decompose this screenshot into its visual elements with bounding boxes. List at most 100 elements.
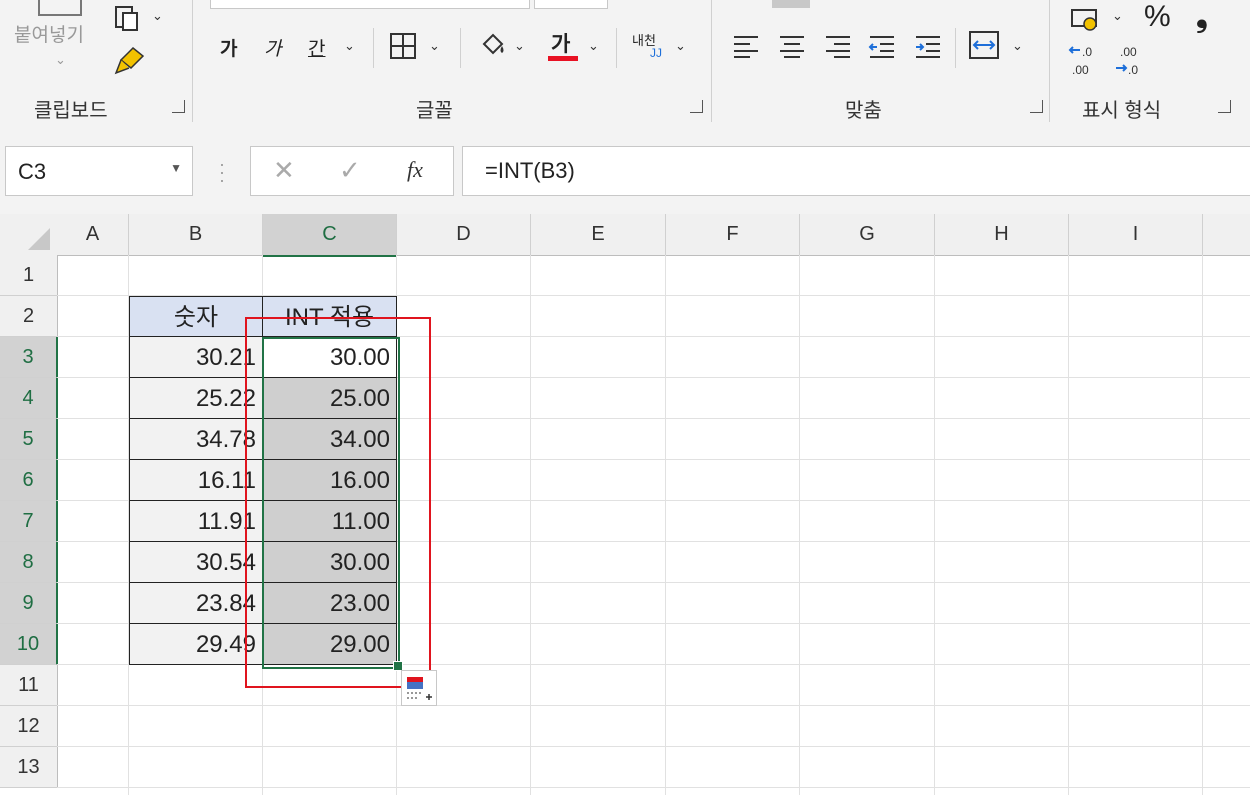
font-size-box[interactable] bbox=[534, 0, 608, 9]
increase-decimal-icon[interactable]: .0.00 bbox=[1068, 44, 1102, 83]
separator bbox=[616, 28, 617, 68]
formula-input[interactable]: =INT(B3) bbox=[462, 146, 1250, 196]
insert-function-label: fx bbox=[407, 157, 423, 182]
increase-indent-icon[interactable] bbox=[914, 34, 942, 63]
row-header-3[interactable]: 3 bbox=[0, 337, 58, 378]
italic-button[interactable]: 가 bbox=[264, 34, 281, 61]
column-header-b[interactable]: B bbox=[129, 214, 263, 256]
insert-function-icon[interactable]: fx bbox=[407, 157, 423, 183]
accounting-format-icon[interactable] bbox=[1070, 6, 1104, 37]
header-cell-b[interactable]: 숫자 bbox=[129, 296, 263, 337]
column-header-e[interactable]: E bbox=[531, 214, 666, 256]
percent-style-button[interactable]: % bbox=[1144, 0, 1171, 34]
number-dialog-launcher-icon[interactable] bbox=[1218, 100, 1231, 113]
font-dialog-launcher-icon[interactable] bbox=[690, 100, 703, 113]
fill-color-icon[interactable] bbox=[478, 30, 508, 65]
format-painter-icon[interactable] bbox=[113, 44, 147, 81]
column-header-g[interactable]: G bbox=[800, 214, 935, 256]
row-header-10[interactable]: 10 bbox=[0, 624, 58, 665]
font-color-dropdown-icon[interactable]: ⌄ bbox=[588, 38, 599, 54]
data-cell-b[interactable]: 30.21 bbox=[129, 337, 263, 378]
row-header-4[interactable]: 4 bbox=[0, 378, 58, 419]
column-header-a[interactable]: A bbox=[57, 214, 129, 256]
borders-dropdown-icon[interactable]: ⌄ bbox=[429, 38, 440, 54]
enter-icon[interactable]: ✓ bbox=[339, 155, 361, 186]
alignment-dialog-launcher-icon[interactable] bbox=[1030, 100, 1043, 113]
row-header-11[interactable]: 11 bbox=[0, 665, 58, 706]
separator bbox=[192, 0, 193, 122]
copy-icon[interactable] bbox=[114, 4, 148, 37]
merge-center-icon[interactable] bbox=[968, 30, 1000, 65]
fill-color-dropdown-icon[interactable]: ⌄ bbox=[514, 38, 525, 54]
decrease-indent-icon[interactable] bbox=[868, 34, 896, 63]
gridline-horizontal bbox=[57, 787, 1250, 788]
column-header-h[interactable]: H bbox=[935, 214, 1069, 256]
separator bbox=[955, 28, 956, 68]
data-cell-b[interactable]: 16.11 bbox=[129, 460, 263, 501]
column-header-c[interactable]: C bbox=[263, 214, 397, 257]
column-header-f[interactable]: F bbox=[666, 214, 800, 256]
quick-analysis-icon bbox=[407, 677, 432, 700]
alignment-top-button[interactable] bbox=[772, 0, 810, 8]
name-box[interactable]: C3 ▼ bbox=[5, 146, 193, 196]
underline-button[interactable]: 간 bbox=[308, 34, 325, 61]
column-header-i[interactable]: I bbox=[1069, 214, 1203, 256]
separator bbox=[460, 28, 461, 68]
underline-dropdown-icon[interactable]: ⌄ bbox=[344, 38, 355, 54]
svg-text:.00: .00 bbox=[1072, 63, 1089, 77]
cancel-icon[interactable]: ✕ bbox=[273, 155, 295, 186]
data-cell-b[interactable]: 29.49 bbox=[129, 624, 263, 665]
column-header-j[interactable] bbox=[1203, 214, 1250, 256]
clipboard-dialog-launcher-icon[interactable] bbox=[172, 100, 185, 113]
row-header-5[interactable]: 5 bbox=[0, 419, 58, 460]
data-cell-b[interactable]: 23.84 bbox=[129, 583, 263, 624]
svg-text:.00: .00 bbox=[1120, 45, 1137, 59]
row-header-9[interactable]: 9 bbox=[0, 583, 58, 624]
quick-analysis-button[interactable] bbox=[401, 670, 437, 706]
gridline-horizontal bbox=[57, 705, 1250, 706]
data-cell-b[interactable]: 30.54 bbox=[129, 542, 263, 583]
name-box-value: C3 bbox=[18, 159, 47, 184]
number-group-label: 표시 형식 bbox=[1082, 100, 1162, 122]
font-name-box[interactable] bbox=[210, 0, 530, 9]
row-header-7[interactable]: 7 bbox=[0, 501, 58, 542]
row-header-8[interactable]: 8 bbox=[0, 542, 58, 583]
row-header-13[interactable]: 13 bbox=[0, 747, 58, 788]
align-left-icon[interactable] bbox=[732, 34, 760, 63]
accounting-dropdown-icon[interactable]: ⌄ bbox=[1112, 8, 1123, 24]
copy-dropdown-icon[interactable]: ⌄ bbox=[152, 8, 163, 24]
phonetic-guide-sub: JJ bbox=[650, 46, 662, 60]
worksheet-grid[interactable]: ABCDEFGHI 1 2 3 4 5 6 7 8 9 10 11 12 13 숫자 INT 적용 30.2… bbox=[0, 214, 1250, 795]
clipboard-group-label: 클립보드 bbox=[34, 100, 108, 122]
data-cell-b[interactable]: 11.91 bbox=[129, 501, 263, 542]
name-box-dropdown-icon[interactable]: ▼ bbox=[170, 161, 182, 175]
select-all-corner[interactable] bbox=[0, 214, 58, 256]
highlight-box bbox=[245, 317, 431, 688]
gridline-horizontal bbox=[57, 746, 1250, 747]
alignment-group-label: 맞춤 bbox=[845, 100, 882, 122]
merge-dropdown-icon[interactable]: ⌄ bbox=[1012, 38, 1023, 54]
font-color-bar bbox=[548, 56, 578, 61]
decrease-decimal-icon[interactable]: .00.0 bbox=[1114, 44, 1148, 83]
row-header-2[interactable]: 2 bbox=[0, 296, 58, 337]
borders-icon[interactable] bbox=[389, 32, 417, 65]
comma-style-button[interactable]: ❟ bbox=[1196, 0, 1208, 34]
formula-buttons: ✕ ✓ fx bbox=[250, 146, 454, 196]
data-cell-b[interactable]: 34.78 bbox=[129, 419, 263, 460]
bold-button[interactable]: 가 bbox=[220, 34, 237, 61]
formula-bar-area: C3 ▼ · · · ✕ ✓ fx =INT(B3) bbox=[0, 126, 1250, 214]
data-cell-b[interactable]: 25.22 bbox=[129, 378, 263, 419]
row-header-12[interactable]: 12 bbox=[0, 706, 58, 747]
column-header-d[interactable]: D bbox=[397, 214, 531, 256]
row-header-6[interactable]: 6 bbox=[0, 460, 58, 501]
paste-dropdown-icon[interactable]: ⌄ bbox=[55, 52, 66, 68]
font-color-button[interactable]: 가 bbox=[551, 28, 570, 58]
formula-text: =INT(B3) bbox=[485, 158, 575, 183]
paste-button[interactable]: 붙여넣기 bbox=[14, 20, 84, 47]
align-center-icon[interactable] bbox=[778, 34, 806, 63]
formula-bar-grip-icon[interactable]: · · · bbox=[219, 155, 225, 189]
paste-icon[interactable] bbox=[38, 0, 82, 16]
align-right-icon[interactable] bbox=[824, 34, 852, 63]
phonetic-dropdown-icon[interactable]: ⌄ bbox=[675, 38, 686, 54]
row-header-1[interactable]: 1 bbox=[0, 255, 58, 296]
